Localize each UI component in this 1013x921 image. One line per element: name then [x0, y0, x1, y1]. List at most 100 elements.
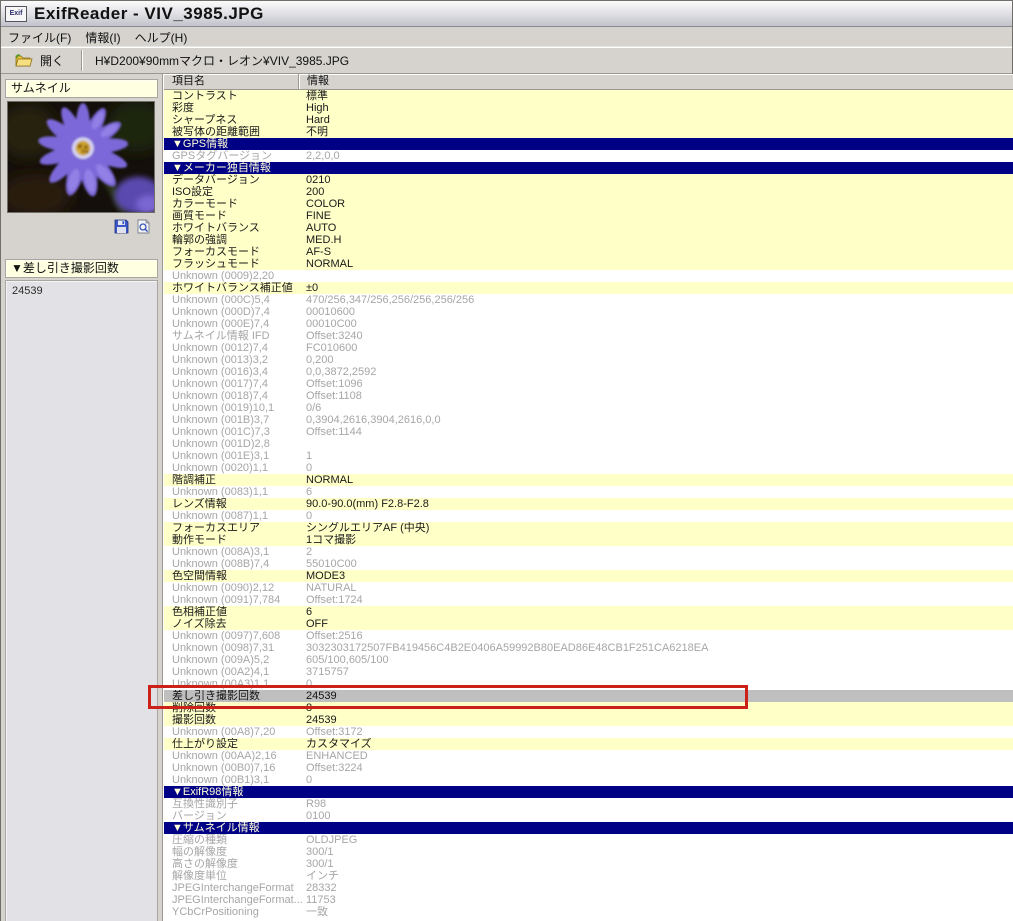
open-folder-icon: [15, 53, 33, 68]
row-label: 幅の解像度: [172, 846, 227, 858]
menu-info[interactable]: 情報(I): [78, 29, 127, 46]
thumbnail-image[interactable]: [7, 101, 155, 213]
table-row[interactable]: Unknown (0083)1,1 6: [164, 486, 1013, 498]
table-row[interactable]: Unknown (001E)3,1 1: [164, 450, 1013, 462]
table-row[interactable]: フラッシュモード NORMAL: [164, 258, 1013, 270]
table-row[interactable]: Unknown (009A)5,2 605/100,605/100: [164, 654, 1013, 666]
table-row[interactable]: 仕上がり設定 カスタマイズ: [164, 738, 1013, 750]
menu-help[interactable]: ヘルプ(H): [128, 29, 195, 46]
table-row[interactable]: ノイズ除去 OFF: [164, 618, 1013, 630]
menu-file[interactable]: ファイル(F): [1, 29, 78, 46]
table-row[interactable]: Unknown (0017)7,4 Offset:1096: [164, 378, 1013, 390]
section-header-row[interactable]: ▼メーカー独自情報: [164, 162, 1013, 174]
table-row[interactable]: サムネイル情報 IFD Offset:3240: [164, 330, 1013, 342]
table-row[interactable]: Unknown (001D)2,8: [164, 438, 1013, 450]
table-row[interactable]: Unknown (00B1)3,1 0: [164, 774, 1013, 786]
table-row[interactable]: Unknown (0009)2,20: [164, 270, 1013, 282]
row-label: Unknown (0016)3,4: [172, 366, 269, 378]
table-row[interactable]: Unknown (0090)2,12 NATURAL: [164, 582, 1013, 594]
row-label: Unknown (008B)7,4: [172, 558, 270, 570]
row-value: OFF: [306, 618, 328, 630]
section-header-row[interactable]: ▼サムネイル情報: [164, 822, 1013, 834]
table-row[interactable]: コントラスト 標準: [164, 90, 1013, 102]
table-row[interactable]: JPEGInterchangeFormat 28332: [164, 882, 1013, 894]
table-row[interactable]: 被写体の距離範囲 不明: [164, 126, 1013, 138]
table-row[interactable]: ホワイトバランス補正値 ±0: [164, 282, 1013, 294]
table-row[interactable]: シャープネス Hard: [164, 114, 1013, 126]
preview-icon[interactable]: [135, 218, 152, 235]
table-row[interactable]: Unknown (0019)10,1 0/6: [164, 402, 1013, 414]
table-row[interactable]: 高さの解像度 300/1: [164, 858, 1013, 870]
row-value: FINE: [306, 210, 332, 222]
column-header-info[interactable]: 情報: [299, 74, 1013, 89]
table-row[interactable]: 互換性識別子 R98: [164, 798, 1013, 810]
table-row[interactable]: 階調補正 NORMAL: [164, 474, 1013, 486]
table-row[interactable]: レンズ情報 90.0-90.0(mm) F2.8-F2.8: [164, 498, 1013, 510]
table-row[interactable]: 彩度 High: [164, 102, 1013, 114]
table-row[interactable]: Unknown (000E)7,4 00010C00: [164, 318, 1013, 330]
section-header-row[interactable]: ▼GPS情報: [164, 138, 1013, 150]
open-button[interactable]: 開く: [6, 49, 73, 72]
row-label: ホワイトバランス補正値: [172, 282, 293, 294]
table-row[interactable]: 輪郭の強調 MED.H: [164, 234, 1013, 246]
table-row[interactable]: Unknown (0013)3,2 0,200: [164, 354, 1013, 366]
table-row[interactable]: フォーカスモード AF-S: [164, 246, 1013, 258]
table-row[interactable]: フォーカスエリア シングルエリアAF (中央): [164, 522, 1013, 534]
save-icon[interactable]: [113, 218, 130, 235]
table-row[interactable]: Unknown (0018)7,4 Offset:1108: [164, 390, 1013, 402]
table-row[interactable]: Unknown (008A)3,1 2: [164, 546, 1013, 558]
row-label: ▼メーカー独自情報: [172, 162, 271, 174]
table-row[interactable]: 画質モード FINE: [164, 210, 1013, 222]
table-row[interactable]: Unknown (00A8)7,20 Offset:3172: [164, 726, 1013, 738]
table-row[interactable]: Unknown (000C)5,4 470/256,347/256,256/256…: [164, 294, 1013, 306]
counter-panel[interactable]: 24539: [5, 280, 158, 921]
section-header-row[interactable]: ▼ExifR98情報: [164, 786, 1013, 798]
row-value: Offset:1108: [306, 390, 362, 402]
menu-bar: ファイル(F) 情報(I) ヘルプ(H): [1, 28, 1012, 47]
table-row[interactable]: Unknown (00A2)4,1 3715757: [164, 666, 1013, 678]
table-row[interactable]: 圧縮の種類 OLDJPEG: [164, 834, 1013, 846]
table-row[interactable]: 幅の解像度 300/1: [164, 846, 1013, 858]
row-value: 28332: [306, 882, 337, 894]
table-row[interactable]: バージョン 0100: [164, 810, 1013, 822]
row-value: [306, 438, 1013, 450]
row-label: Unknown (0019)10,1: [172, 402, 275, 414]
column-header-item[interactable]: 項目名: [164, 74, 299, 89]
table-row[interactable]: Unknown (0087)1,1 0: [164, 510, 1013, 522]
table-row[interactable]: Unknown (0091)7,784 Offset:1724: [164, 594, 1013, 606]
table-row[interactable]: Unknown (00B0)7,16 Offset:3224: [164, 762, 1013, 774]
row-label: Unknown (00AA)2,16: [172, 750, 277, 762]
title-bar[interactable]: Exif ExifReader - VIV_3985.JPG: [1, 1, 1012, 27]
row-value: カスタマイズ: [306, 738, 372, 750]
table-row[interactable]: JPEGInterchangeFormat... 11753: [164, 894, 1013, 906]
table-row[interactable]: Unknown (001C)7,3 Offset:1144: [164, 426, 1013, 438]
table-row[interactable]: 色空間情報 MODE3: [164, 570, 1013, 582]
table-row[interactable]: Unknown (000D)7,4 00010600: [164, 306, 1013, 318]
table-row[interactable]: Unknown (00A3)1,1 0: [164, 678, 1013, 690]
table-row[interactable]: ISO設定 200: [164, 186, 1013, 198]
table-row[interactable]: データバージョン 0210: [164, 174, 1013, 186]
table-row[interactable]: GPSタグバージョン 2,2,0,0: [164, 150, 1013, 162]
table-row[interactable]: 差し引き撮影回数 24539: [164, 690, 1013, 702]
table-row[interactable]: カラーモード COLOR: [164, 198, 1013, 210]
table-row[interactable]: 動作モード 1コマ撮影: [164, 534, 1013, 546]
row-value: 0: [306, 774, 313, 786]
table-row[interactable]: Unknown (0016)3,4 0,0,3872,2592: [164, 366, 1013, 378]
table-row[interactable]: Unknown (0020)1,1 0: [164, 462, 1013, 474]
table-row[interactable]: Unknown (008B)7,4 55010C00: [164, 558, 1013, 570]
table-row[interactable]: Unknown (001B)3,7 0,3904,2616,3904,2616,0…: [164, 414, 1013, 426]
table-row[interactable]: ホワイトバランス AUTO: [164, 222, 1013, 234]
table-row[interactable]: 解像度単位 インチ: [164, 870, 1013, 882]
table-row[interactable]: Unknown (00AA)2,16 ENHANCED: [164, 750, 1013, 762]
table-row[interactable]: 撮影回数 24539: [164, 714, 1013, 726]
table-row[interactable]: 色相補正値 6: [164, 606, 1013, 618]
row-value: 8: [306, 702, 313, 714]
table-row[interactable]: Unknown (0098)7,31 3032303172507FB419456C…: [164, 642, 1013, 654]
table-row[interactable]: Unknown (0097)7,608 Offset:2516: [164, 630, 1013, 642]
table-row[interactable]: 削除回数 8: [164, 702, 1013, 714]
row-label: Unknown (000E)7,4: [172, 318, 270, 330]
table-row[interactable]: Unknown (0012)7,4 FC010600: [164, 342, 1013, 354]
table-row[interactable]: YCbCrPositioning 一致: [164, 906, 1013, 918]
row-label: Unknown (0087)1,1: [172, 510, 269, 522]
row-label: フラッシュモード: [172, 258, 260, 270]
